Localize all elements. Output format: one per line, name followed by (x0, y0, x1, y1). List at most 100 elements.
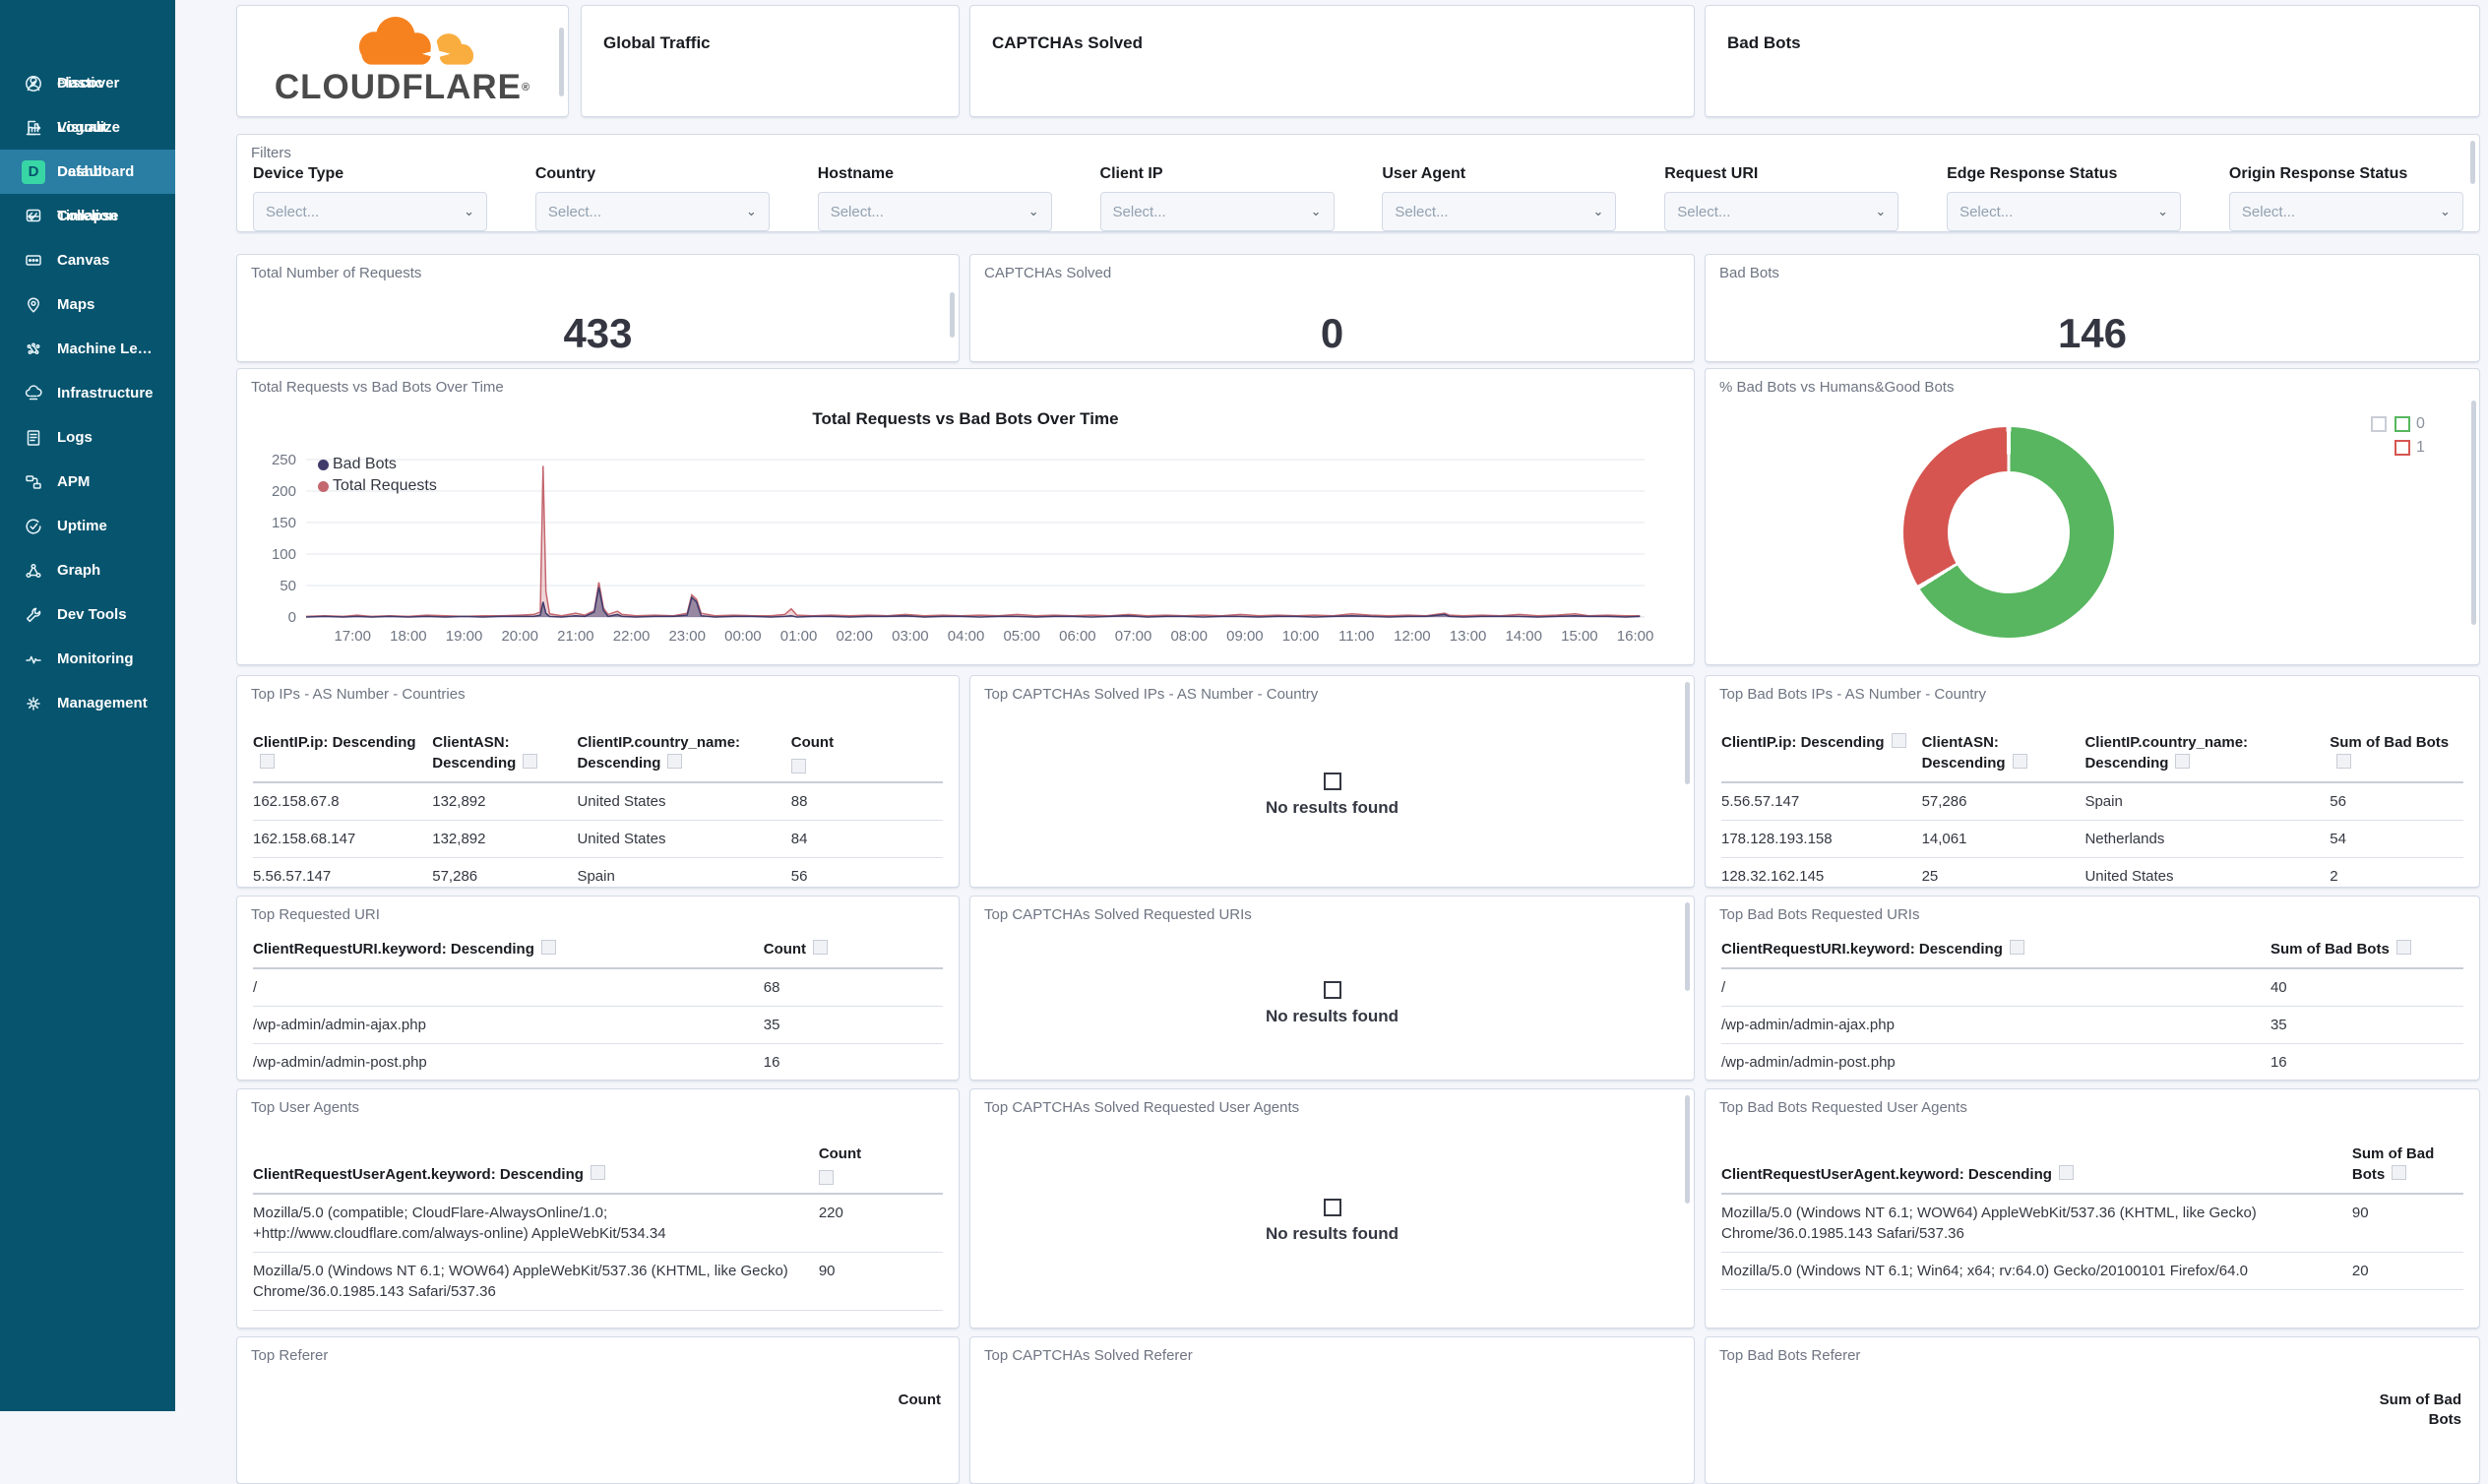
section-title: Global Traffic (603, 33, 711, 52)
sort-checkbox (2012, 754, 2027, 769)
filter-select[interactable]: Select... ⌄ (534, 192, 770, 231)
scrollbar-thumb[interactable] (950, 292, 955, 338)
scrollbar-thumb[interactable] (2471, 401, 2476, 625)
column-header[interactable]: Count (899, 1391, 941, 1410)
filter-select[interactable]: Select... ⌄ (2228, 192, 2463, 231)
select-placeholder: Select... (547, 203, 602, 220)
column-header[interactable]: ClientRequestUserAgent.keyword: Descendi… (1721, 1164, 2352, 1185)
table-cell: United States (2084, 868, 2174, 885)
legend-item-bad-bots[interactable]: Bad Bots (318, 454, 437, 475)
column-header[interactable]: ClientRequestURI.keyword: Descending (1721, 939, 2270, 959)
table-cell: 68 (763, 979, 780, 996)
scrollbar-thumb[interactable] (1685, 1095, 1690, 1204)
panel-top-referer: Top Referer Count (236, 1336, 960, 1484)
filter-select[interactable]: Select... ⌄ (1382, 192, 1617, 231)
legend-item-total-requests[interactable]: Total Requests (318, 475, 437, 497)
x-axis-tick-label: 04:00 (948, 628, 985, 645)
table-icon (1323, 1199, 1341, 1217)
table-cell: /wp-admin/admin-ajax.php (253, 1017, 426, 1033)
column-header[interactable]: ClientIP.country_name: Descending (577, 732, 790, 773)
filter-select[interactable]: Select... ⌄ (1099, 192, 1335, 231)
scrollbar-thumb[interactable] (1685, 682, 1690, 784)
sort-checkbox (818, 1170, 834, 1185)
scrollbar-thumb[interactable] (559, 28, 564, 96)
panel-filters: Filters Device Type Select... ⌄ Country Sele… (236, 134, 2480, 232)
select-placeholder: Select... (830, 203, 884, 220)
sort-checkbox (523, 754, 538, 769)
column-header[interactable]: Sum of Bad Bots (2270, 939, 2463, 959)
y-axis-tick-label: 100 (272, 546, 296, 563)
column-header[interactable]: ClientASN: Descending (432, 732, 577, 773)
panel-title: Top Requested URI (251, 906, 380, 923)
line-bad-bots (305, 587, 1641, 618)
table-row: /wp-admin/admin-ajax.php 35 (1721, 1007, 2463, 1044)
table-cell: 16 (763, 1054, 780, 1071)
column-header[interactable]: ClientIP.ip: Descending (1721, 732, 1922, 773)
panel-top-user-agents: Top User Agents ClientRequestUserAgent.k… (236, 1088, 960, 1329)
filters-row: Device Type Select... ⌄ Country Select... ⌄ Ho… (237, 161, 2479, 231)
sort-checkbox (1891, 733, 1906, 748)
empty-label: No results found (1265, 1006, 1400, 1025)
legend-item-0[interactable]: 0 (2363, 412, 2428, 436)
user-icon (24, 74, 43, 93)
filter-label: Country (534, 165, 596, 182)
filter-field-country: Country Select... ⌄ (534, 165, 770, 231)
panel-title: Top Bad Bots Requested URIs (1719, 906, 1920, 923)
x-axis-tick-label: 08:00 (1170, 628, 1208, 645)
legend-label: Bad Bots (333, 456, 397, 472)
legend-item-1[interactable]: 1 (2363, 436, 2428, 460)
filters-label: Filters (251, 145, 291, 161)
scrollbar-thumb[interactable] (2470, 141, 2475, 184)
table-cell: 84 (790, 831, 808, 847)
table-cell: 90 (818, 1263, 836, 1279)
filter-select[interactable]: Select... ⌄ (1664, 192, 1899, 231)
legend-label: 1 (2416, 439, 2425, 456)
table-cell: Spain (2084, 793, 2123, 810)
sort-checkbox (2058, 1165, 2074, 1180)
select-placeholder: Select... (1677, 203, 1731, 220)
panel-title: Total Requests vs Bad Bots Over Time (251, 379, 504, 396)
table-cell: 20 (2351, 1263, 2369, 1279)
filter-select[interactable]: Select... ⌄ (817, 192, 1052, 231)
column-header[interactable]: Count (764, 939, 943, 959)
column-header[interactable]: Sum of Bad Bots (2358, 1391, 2461, 1430)
metric-value: 433 (563, 310, 633, 356)
column-header[interactable]: ClientRequestURI.keyword: Descending (253, 939, 764, 959)
sidebar-footer-logout[interactable]: Logout (0, 105, 175, 150)
column-header[interactable]: Count (790, 732, 943, 773)
table-cell: 90 (2351, 1205, 2369, 1221)
filter-select[interactable]: Select... ⌄ (253, 192, 487, 231)
table-cell: / (1721, 979, 1726, 996)
column-header[interactable]: Count (818, 1144, 943, 1185)
filter-select[interactable]: Select... ⌄ (1947, 192, 2182, 231)
filter-field-hostname: Hostname Select... ⌄ (817, 165, 1052, 231)
column-header[interactable]: Sum of Bad Bots (2352, 1144, 2463, 1185)
filter-field-edge-response-status: Edge Response Status Select... ⌄ (1947, 165, 2182, 231)
panel-bad-bots-header: Bad Bots (1705, 5, 2480, 117)
sidebar-footer-elastic[interactable]: elastic (0, 61, 175, 105)
panel-title: Top Bad Bots IPs - AS Number - Country (1719, 686, 1986, 703)
table-cell: 220 (818, 1205, 843, 1221)
sidebar-footer-default[interactable]: D Default (0, 150, 175, 194)
table-cell: /wp-admin/admin-ajax.php (1721, 1017, 1895, 1033)
panel-top-bad-bot-uris: Top Bad Bots Requested URIs ClientReques… (1705, 896, 2480, 1081)
empty-state: No results found (970, 980, 1694, 1026)
panel-top-captcha-user-agents: Top CAPTCHAs Solved Requested User Agent… (969, 1088, 1695, 1329)
sidebar-item-label: Collapse (57, 208, 119, 224)
column-header[interactable]: ClientIP.ip: Descending (253, 732, 432, 773)
column-header[interactable]: ClientIP.country_name: Descending (2084, 732, 2330, 773)
scrollbar-thumb[interactable] (1685, 902, 1690, 991)
table-row: 5.56.57.147 57,286 Spain 56 (1721, 783, 2463, 821)
column-header[interactable]: Sum of Bad Bots (2330, 732, 2463, 773)
panel-top-ips: Top IPs - AS Number - Countries ClientIP… (236, 675, 960, 888)
filter-field-user-agent: User Agent Select... ⌄ (1382, 165, 1617, 231)
table-cell: 132,892 (432, 831, 486, 847)
y-axis-tick-label: 150 (272, 515, 296, 531)
column-header[interactable]: ClientRequestUserAgent.keyword: Descendi… (253, 1164, 819, 1185)
donut-chart (1903, 427, 2114, 638)
sidebar-footer-collapse[interactable]: Collapse (0, 194, 175, 238)
x-axis-tick-label: 19:00 (446, 628, 483, 645)
x-axis-tick-label: 15:00 (1561, 628, 1598, 645)
column-header[interactable]: ClientASN: Descending (1922, 732, 2085, 773)
collapse-icon (24, 207, 43, 226)
